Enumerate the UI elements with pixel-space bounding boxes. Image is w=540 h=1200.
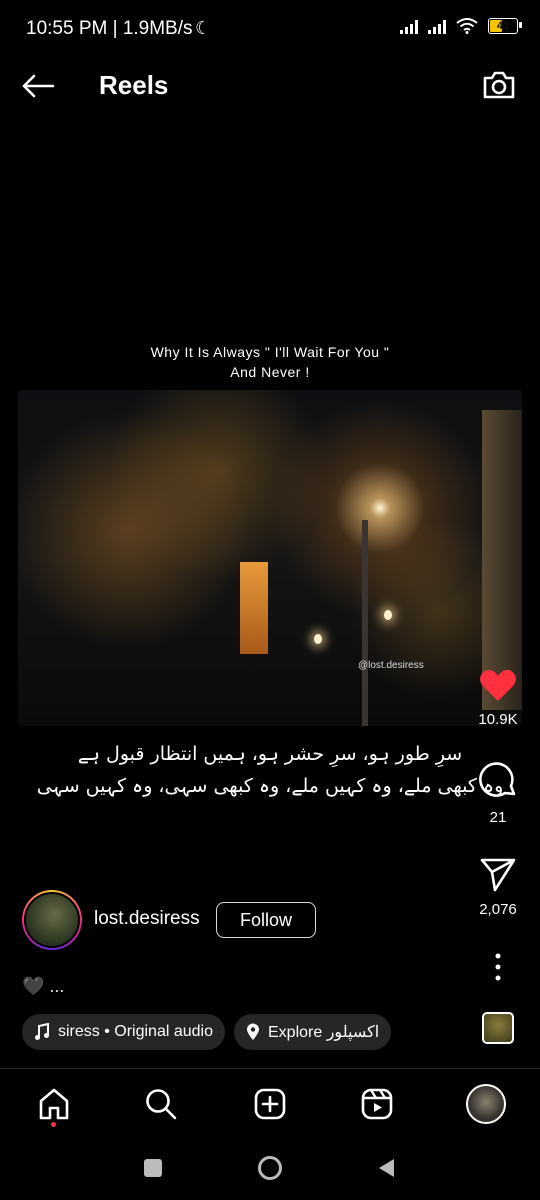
home-system-button[interactable] (252, 1150, 288, 1186)
nav-reels[interactable] (355, 1082, 399, 1126)
status-bar: 10:55 PM | 1.9MB/s ☾ 42 (0, 0, 540, 58)
like-count: 10.9K (478, 711, 518, 728)
reel-description[interactable]: 🖤 ... (22, 976, 64, 997)
audio-label: siress • Original audio (58, 1023, 213, 1040)
status-time: 10:55 PM | 1.9MB/s (26, 18, 193, 39)
reel-video[interactable]: @lost.desiress (18, 390, 522, 726)
author-avatar[interactable] (22, 890, 82, 950)
comment-count: 21 (489, 809, 507, 826)
arrow-left-icon (22, 74, 55, 98)
camera-button[interactable] (478, 64, 520, 106)
heart-icon (480, 670, 516, 701)
reel-caption-line: And Never ! (230, 364, 310, 380)
nav-profile[interactable] (464, 1082, 508, 1126)
more-options-button[interactable] (458, 952, 538, 987)
music-note-icon (35, 1023, 49, 1040)
camera-icon (483, 71, 515, 99)
like-button[interactable]: 10.9K (458, 668, 538, 728)
create-icon (254, 1088, 286, 1120)
back-system-button[interactable] (368, 1150, 404, 1186)
author-username[interactable]: lost.desiress (94, 908, 200, 930)
share-button[interactable]: 2,076 (458, 856, 538, 918)
home-icon (39, 1088, 69, 1120)
share-count: 2,076 (479, 901, 517, 918)
more-vertical-icon (495, 953, 501, 981)
building (482, 410, 522, 710)
comment-icon (479, 762, 516, 797)
nav-search[interactable] (139, 1082, 183, 1126)
square-icon (144, 1159, 162, 1177)
back-button[interactable] (18, 66, 58, 106)
street-light (314, 634, 322, 644)
signal-icon (400, 18, 418, 34)
signal-icon (428, 18, 446, 34)
lamp-post (362, 520, 368, 726)
profile-avatar (466, 1084, 506, 1124)
nav-divider (0, 1068, 540, 1069)
battery-level: 42 (496, 20, 510, 32)
audio-thumbnail[interactable] (482, 1012, 514, 1044)
follow-button[interactable]: Follow (216, 902, 316, 938)
comment-button[interactable]: 21 (458, 760, 538, 826)
moon-icon: ☾ (195, 18, 212, 38)
video-watermark: @lost.desiress (358, 660, 424, 671)
avatar-image (24, 892, 80, 948)
lit-banner (240, 562, 268, 654)
wifi-icon (456, 18, 478, 34)
notification-dot (51, 1122, 56, 1127)
status-icons: 42 (400, 18, 522, 34)
location-pill[interactable]: Explore اکسپلور (234, 1014, 392, 1050)
reel-caption-top: Why It Is Always " I'll Wait For You " A… (0, 342, 540, 382)
triangle-back-icon (379, 1159, 394, 1177)
reels-icon (361, 1088, 393, 1120)
reel-caption-line: Why It Is Always " I'll Wait For You " (150, 344, 390, 360)
audio-pill[interactable]: siress • Original audio (22, 1014, 225, 1050)
send-icon (480, 858, 516, 892)
street-light (384, 610, 392, 620)
nav-home[interactable] (32, 1082, 76, 1126)
circle-icon (258, 1156, 282, 1180)
battery-icon: 42 (488, 18, 522, 34)
page-title: Reels (99, 70, 169, 100)
nav-create[interactable] (248, 1082, 292, 1126)
search-icon (146, 1089, 177, 1120)
location-label: Explore اکسپلور (268, 1024, 380, 1041)
location-pin-icon (247, 1023, 259, 1040)
recent-apps-button[interactable] (135, 1150, 171, 1186)
